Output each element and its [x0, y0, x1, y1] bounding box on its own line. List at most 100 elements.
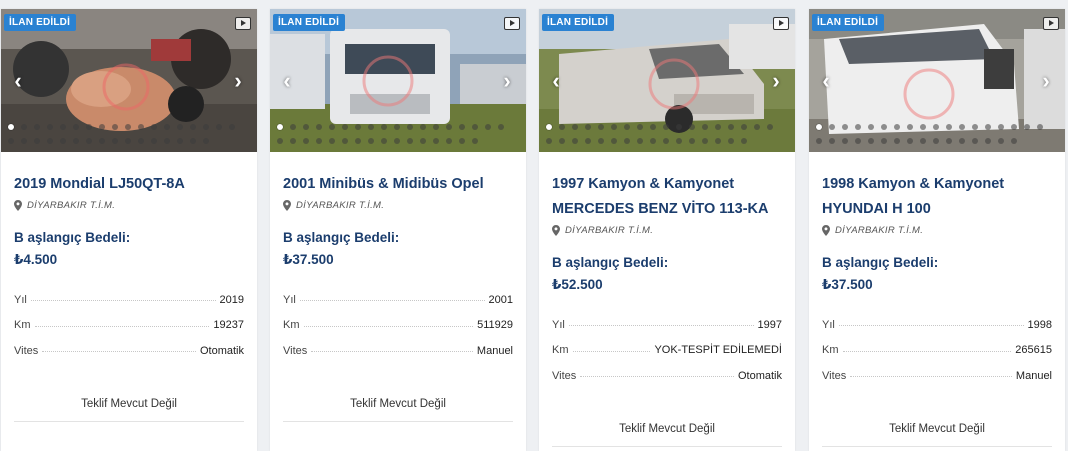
chevron-right-icon[interactable]: ›: [1039, 70, 1053, 92]
offer-status-button[interactable]: Teklif Mevcut Değil: [14, 398, 244, 422]
chevron-left-icon[interactable]: ‹: [11, 70, 25, 92]
carousel-dot[interactable]: [355, 124, 361, 130]
carousel-dot[interactable]: [881, 138, 887, 144]
carousel-dot[interactable]: [676, 124, 682, 130]
carousel-dot[interactable]: [420, 138, 426, 144]
carousel-dot[interactable]: [598, 138, 604, 144]
carousel-dot[interactable]: [559, 138, 565, 144]
carousel-dot[interactable]: [290, 138, 296, 144]
carousel-dot[interactable]: [1011, 124, 1017, 130]
vehicle-photo-carousel[interactable]: İLAN EDİLDİ ‹ ›: [539, 9, 795, 152]
carousel-dot[interactable]: [394, 138, 400, 144]
chevron-right-icon[interactable]: ›: [500, 70, 514, 92]
chevron-left-icon[interactable]: ‹: [280, 70, 294, 92]
carousel-dot[interactable]: [585, 124, 591, 130]
carousel-dot[interactable]: [816, 124, 822, 130]
carousel-dot[interactable]: [1024, 124, 1030, 130]
carousel-dot[interactable]: [998, 124, 1004, 130]
carousel-dot[interactable]: [868, 138, 874, 144]
carousel-dot[interactable]: [498, 124, 504, 130]
carousel-dot[interactable]: [190, 124, 196, 130]
carousel-dot[interactable]: [342, 138, 348, 144]
carousel-dot[interactable]: [559, 124, 565, 130]
carousel-dot[interactable]: [650, 138, 656, 144]
carousel-dot[interactable]: [624, 138, 630, 144]
carousel-dot[interactable]: [316, 124, 322, 130]
carousel-dot[interactable]: [855, 138, 861, 144]
carousel-dot[interactable]: [472, 138, 478, 144]
carousel-dot[interactable]: [650, 124, 656, 130]
carousel-dot[interactable]: [151, 138, 157, 144]
carousel-dot[interactable]: [47, 138, 53, 144]
carousel-dot[interactable]: [446, 124, 452, 130]
carousel-dot[interactable]: [842, 124, 848, 130]
carousel-dot[interactable]: [368, 138, 374, 144]
carousel-dot[interactable]: [420, 124, 426, 130]
carousel-dot[interactable]: [112, 124, 118, 130]
carousel-dot[interactable]: [355, 138, 361, 144]
carousel-dot[interactable]: [203, 124, 209, 130]
carousel-dot[interactable]: [546, 138, 552, 144]
carousel-dot[interactable]: [868, 124, 874, 130]
carousel-dot[interactable]: [998, 138, 1004, 144]
carousel-dot[interactable]: [663, 138, 669, 144]
carousel-dot[interactable]: [433, 138, 439, 144]
carousel-dot[interactable]: [368, 124, 374, 130]
carousel-dot[interactable]: [598, 124, 604, 130]
listing-title[interactable]: 2019 Mondial LJ50QT-8A: [14, 172, 244, 197]
carousel-dot[interactable]: [702, 124, 708, 130]
carousel-dot[interactable]: [933, 138, 939, 144]
carousel-dot[interactable]: [459, 138, 465, 144]
carousel-dot[interactable]: [34, 138, 40, 144]
carousel-dot[interactable]: [689, 124, 695, 130]
carousel-dot[interactable]: [112, 138, 118, 144]
carousel-dot[interactable]: [572, 138, 578, 144]
carousel-dot[interactable]: [842, 138, 848, 144]
listing-title[interactable]: 1997 Kamyon & Kamyonet MERCEDES BENZ VİT…: [552, 172, 782, 222]
carousel-dot[interactable]: [754, 124, 760, 130]
carousel-dot[interactable]: [407, 124, 413, 130]
carousel-dot[interactable]: [34, 124, 40, 130]
carousel-dot[interactable]: [829, 138, 835, 144]
carousel-dot[interactable]: [485, 124, 491, 130]
carousel-dot[interactable]: [546, 124, 552, 130]
carousel-dot[interactable]: [433, 124, 439, 130]
carousel-dot[interactable]: [60, 138, 66, 144]
carousel-dot[interactable]: [177, 138, 183, 144]
carousel-dot[interactable]: [829, 124, 835, 130]
carousel-dot[interactable]: [715, 124, 721, 130]
listing-card[interactable]: İLAN EDİLDİ ‹ › 1998 Kamyon & Kamyonet H…: [809, 9, 1065, 451]
carousel-dot[interactable]: [125, 138, 131, 144]
carousel-dot[interactable]: [959, 138, 965, 144]
carousel-dot[interactable]: [894, 138, 900, 144]
carousel-dot[interactable]: [767, 124, 773, 130]
carousel-dot[interactable]: [728, 124, 734, 130]
carousel-dot[interactable]: [21, 124, 27, 130]
carousel-dot[interactable]: [229, 124, 235, 130]
carousel-dot[interactable]: [676, 138, 682, 144]
video-play-icon[interactable]: [504, 17, 520, 30]
vehicle-photo-carousel[interactable]: İLAN EDİLDİ ‹ ›: [1, 9, 257, 152]
carousel-dot[interactable]: [277, 124, 283, 130]
carousel-dot[interactable]: [959, 124, 965, 130]
carousel-dot[interactable]: [702, 138, 708, 144]
carousel-dot[interactable]: [624, 124, 630, 130]
carousel-dot[interactable]: [73, 124, 79, 130]
carousel-dot[interactable]: [907, 124, 913, 130]
carousel-dot[interactable]: [946, 138, 952, 144]
carousel-dot[interactable]: [407, 138, 413, 144]
carousel-dot[interactable]: [816, 138, 822, 144]
carousel-dot[interactable]: [637, 124, 643, 130]
chevron-left-icon[interactable]: ‹: [549, 70, 563, 92]
carousel-dot[interactable]: [164, 124, 170, 130]
carousel-dot[interactable]: [741, 138, 747, 144]
offer-status-button[interactable]: Teklif Mevcut Değil: [283, 398, 513, 422]
carousel-dot[interactable]: [611, 138, 617, 144]
carousel-dot[interactable]: [303, 124, 309, 130]
carousel-dot[interactable]: [715, 138, 721, 144]
chevron-right-icon[interactable]: ›: [769, 70, 783, 92]
carousel-dot[interactable]: [1011, 138, 1017, 144]
offer-status-button[interactable]: Teklif Mevcut Değil: [822, 423, 1052, 447]
carousel-dot[interactable]: [611, 124, 617, 130]
carousel-dot[interactable]: [637, 138, 643, 144]
